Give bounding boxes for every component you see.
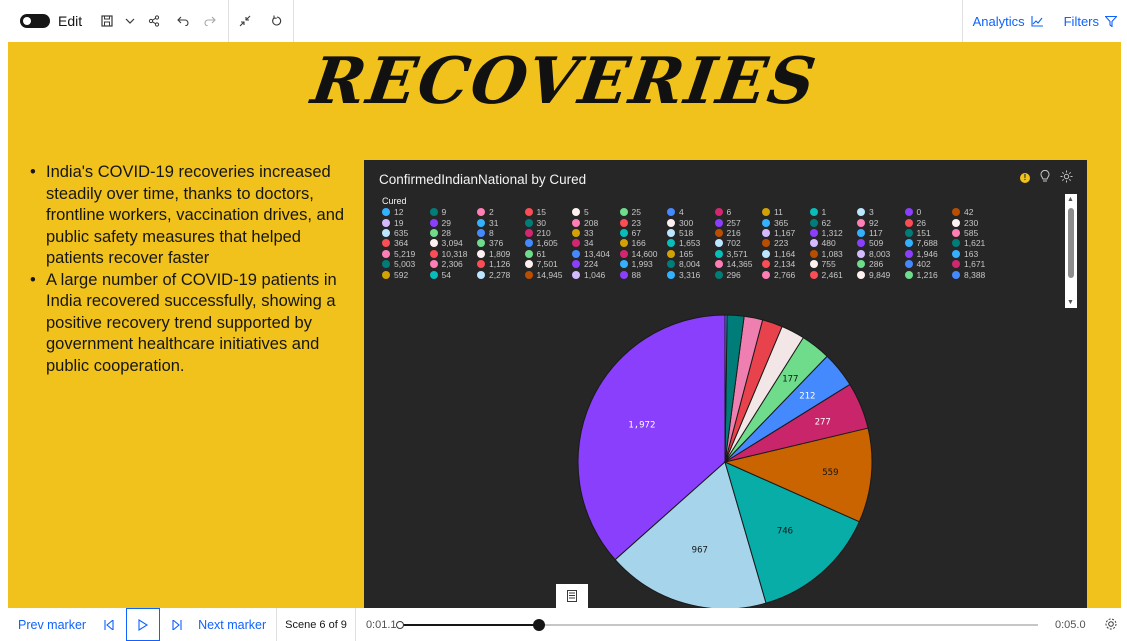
play-icon	[138, 618, 149, 631]
chevron-down-icon[interactable]	[120, 0, 140, 42]
share-icon[interactable]	[140, 0, 168, 42]
play-button[interactable]	[126, 608, 161, 641]
settings-icon[interactable]	[1104, 617, 1118, 634]
undo-icon[interactable]	[168, 0, 198, 42]
pie-slice-label: 212	[799, 392, 815, 402]
chart-line-icon	[1031, 15, 1043, 27]
playback-bar: Prev marker Next marker Scene 6 of 9 0:0…	[0, 608, 1127, 641]
reset-icon[interactable]	[261, 0, 293, 42]
pie-slice-label: 746	[777, 527, 793, 537]
pie-slice-label: 1,972	[628, 421, 655, 431]
slide-canvas: RECOVERIES India's COVID-19 recoveries i…	[8, 42, 1121, 608]
toolbar-divider	[293, 0, 295, 42]
collapse-icon[interactable]	[229, 0, 261, 42]
save-icon[interactable]	[94, 0, 120, 42]
skip-forward-icon[interactable]	[160, 608, 194, 641]
table-view-button[interactable]	[556, 584, 588, 608]
edit-label: Edit	[58, 13, 83, 29]
pie-slice-label: 277	[815, 417, 831, 427]
toggle-knob	[23, 17, 31, 25]
timeline-progress	[398, 624, 539, 626]
timeline-start-marker[interactable]	[396, 621, 404, 629]
filters-button[interactable]: Filters	[1064, 14, 1117, 29]
timeline-handle[interactable]	[532, 619, 545, 631]
prev-marker-link[interactable]: Prev marker	[18, 618, 86, 632]
scene-indicator: Scene 6 of 9	[276, 608, 356, 641]
pie-slice-label: 967	[692, 546, 708, 556]
next-marker-link[interactable]: Next marker	[198, 618, 266, 632]
filter-icon	[1105, 15, 1117, 27]
timeline-slider[interactable]	[396, 619, 1038, 631]
toolbar-right-group: Analytics Filters	[961, 0, 1127, 42]
bullet-item: India's COVID-19 recoveries increased st…	[24, 162, 354, 270]
analytics-label: Analytics	[972, 13, 1025, 29]
analytics-button[interactable]: Analytics	[973, 14, 1044, 29]
current-time: 0:01.1	[365, 618, 397, 631]
toolbar-left-group: Edit	[0, 0, 295, 42]
pie-slice-label: 559	[822, 468, 838, 478]
bullet-item: A large number of COVID-19 patients in I…	[24, 270, 354, 378]
top-toolbar: Edit Analytics Filters	[0, 0, 1127, 42]
bullet-list: India's COVID-19 recoveries increased st…	[24, 162, 354, 377]
table-icon	[567, 590, 577, 602]
filters-label: Filters	[1063, 13, 1099, 29]
end-time: 0:05.0	[1055, 618, 1086, 631]
pie-slice-label: 177	[782, 375, 798, 385]
pie-chart-widget[interactable]: ConfirmedIndianNational by Cured ! Cured…	[364, 160, 1087, 608]
edit-toggle[interactable]	[20, 14, 50, 28]
redo-icon[interactable]	[198, 0, 222, 42]
skip-back-icon[interactable]	[92, 608, 126, 641]
pie-chart-svg: 1,972 967 746 559 277 212177	[577, 314, 873, 608]
slide-title: RECOVERIES	[307, 44, 822, 119]
